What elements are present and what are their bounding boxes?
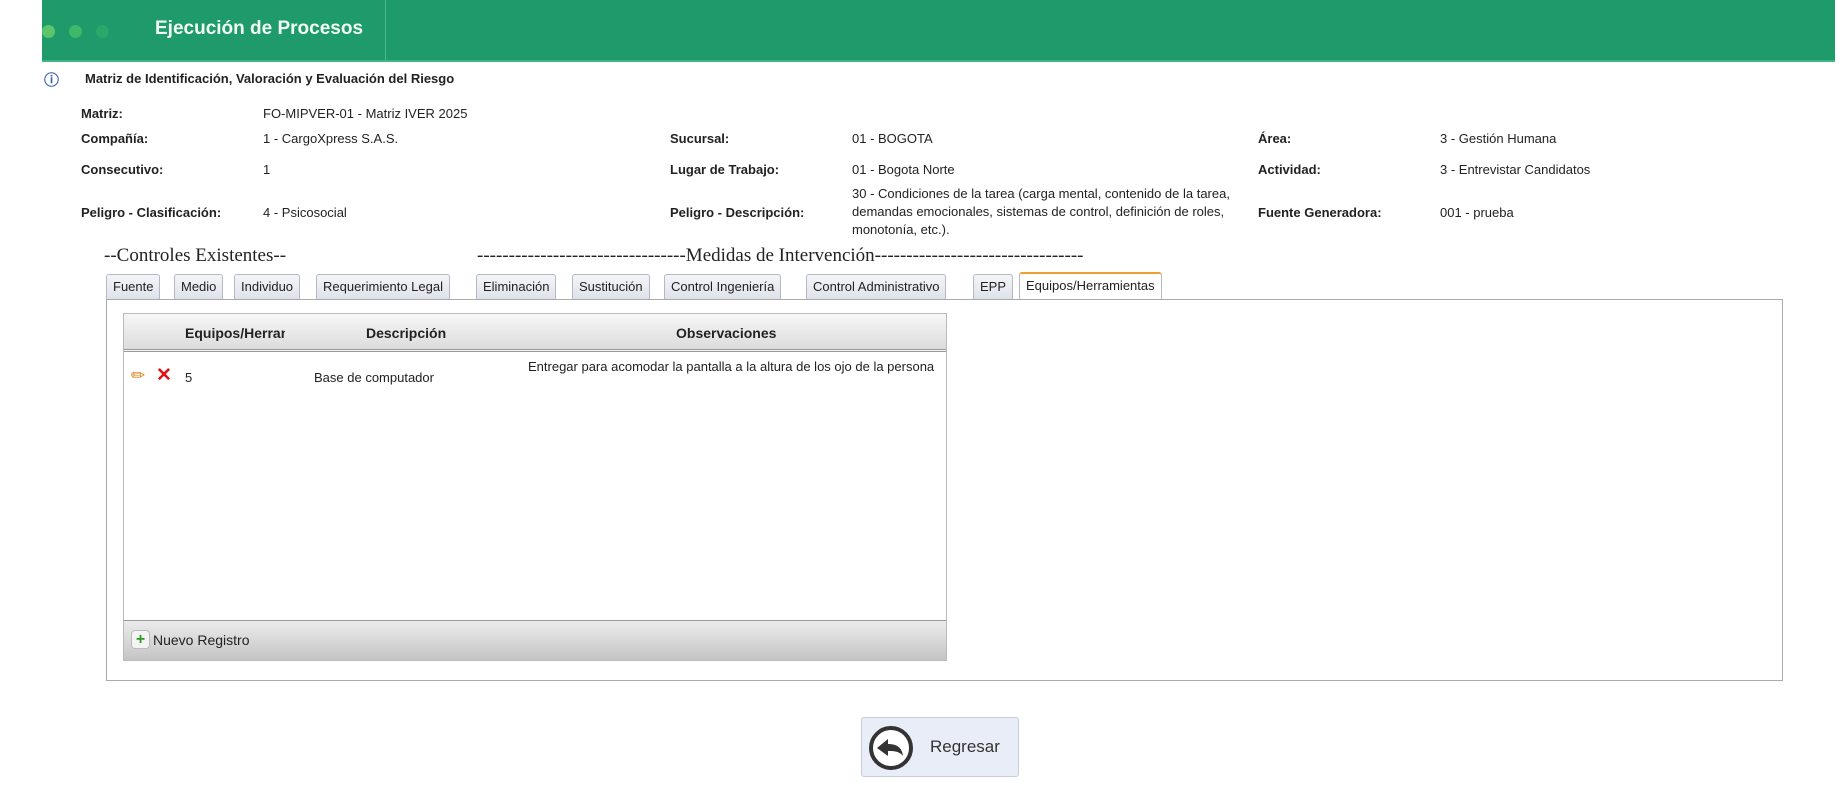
column-header-observaciones[interactable]: Observaciones <box>676 325 776 341</box>
equipo-cell: 5 <box>185 370 193 385</box>
equipos-grid: Equipos/Herran Descripción Observaciones… <box>123 313 947 661</box>
fuente-value: 001 - prueba <box>1440 205 1514 220</box>
grid-footer: + Nuevo Registro <box>124 620 946 660</box>
actividad-label: Actividad: <box>1258 162 1321 177</box>
back-arrow-icon <box>869 726 913 770</box>
peligro-descripcion-value: 30 - Condiciones de la tarea (carga ment… <box>852 186 1230 237</box>
matriz-label: Matriz: <box>81 106 123 121</box>
window-dot-icon <box>69 25 82 38</box>
sucursal-label: Sucursal: <box>670 131 730 146</box>
peligro-clasificacion-value: 4 - Psicosocial <box>263 205 347 220</box>
compania-label: Compañía: <box>81 131 149 146</box>
window-dot-icon <box>42 25 55 38</box>
grid-header: Equipos/Herran Descripción Observaciones <box>124 314 946 352</box>
new-record-button[interactable]: + Nuevo Registro <box>131 630 250 649</box>
compania-value: 1 - CargoXpress S.A.S. <box>263 131 399 146</box>
actividad-value: 3 - Entrevistar Candidatos <box>1440 162 1591 177</box>
lugar-value: 01 - Bogota Norte <box>852 162 955 177</box>
consecutivo-value: 1 <box>263 162 271 177</box>
tab-sustitucion[interactable]: Sustitución <box>572 274 650 299</box>
column-header-equipos[interactable]: Equipos/Herran <box>185 325 285 341</box>
peligro-descripcion-label: Peligro - Descripción: <box>670 205 805 220</box>
consecutivo-label: Consecutivo: <box>81 162 164 177</box>
new-record-label: Nuevo Registro <box>153 631 250 648</box>
tab-medio[interactable]: Medio <box>174 274 224 299</box>
area-value: 3 - Gestión Humana <box>1440 131 1557 146</box>
tab-individuo[interactable]: Individuo <box>234 274 301 299</box>
delete-x-icon[interactable]: ✕ <box>156 364 172 387</box>
table-row: ✏ ✕ 5 Base de computador Entregar para a… <box>124 359 946 416</box>
column-header-descripcion[interactable]: Descripción <box>366 325 446 341</box>
back-label: Regresar <box>930 737 1000 756</box>
back-button[interactable]: Regresar <box>861 717 1019 777</box>
tab-epp[interactable]: EPP <box>973 274 1014 299</box>
edit-pencil-icon[interactable]: ✏ <box>131 366 145 386</box>
descripcion-cell: Base de computador <box>314 370 434 385</box>
page-subtitle: Matriz de Identificación, Valoración y E… <box>85 71 455 86</box>
app-title: Ejecución de Procesos <box>155 18 364 39</box>
matriz-value: FO-MIPVER-01 - Matriz IVER 2025 <box>263 106 468 121</box>
lugar-label: Lugar de Trabajo: <box>670 162 780 177</box>
area-label: Área: <box>1258 131 1292 146</box>
plus-icon: + <box>131 630 150 649</box>
fuente-label: Fuente Generadora: <box>1258 205 1382 220</box>
app-header: Ejecución de Procesos <box>42 0 1835 62</box>
info-icon: ⓘ <box>44 72 60 89</box>
controles-heading: --Controles Existentes-- <box>104 245 287 266</box>
tab-requerimiento-legal[interactable]: Requerimiento Legal <box>316 274 450 299</box>
header-divider <box>385 0 386 62</box>
window-dot-icon <box>96 25 109 38</box>
tab-eliminacion[interactable]: Eliminación <box>476 274 557 299</box>
tab-control-ingenieria[interactable]: Control Ingeniería <box>664 274 782 299</box>
peligro-clasificacion-label: Peligro - Clasificación: <box>81 205 222 220</box>
medidas-heading: ---------------------------------Medidas… <box>477 245 1084 266</box>
tab-control-administrativo[interactable]: Control Administrativo <box>806 274 947 299</box>
tab-equipos-herramientas[interactable]: Equipos/Herramientas <box>1019 272 1162 299</box>
observaciones-cell: Entregar para acomodar la pantalla a la … <box>528 359 935 374</box>
tab-fuente[interactable]: Fuente <box>106 274 161 299</box>
sucursal-value: 01 - BOGOTA <box>852 131 933 146</box>
